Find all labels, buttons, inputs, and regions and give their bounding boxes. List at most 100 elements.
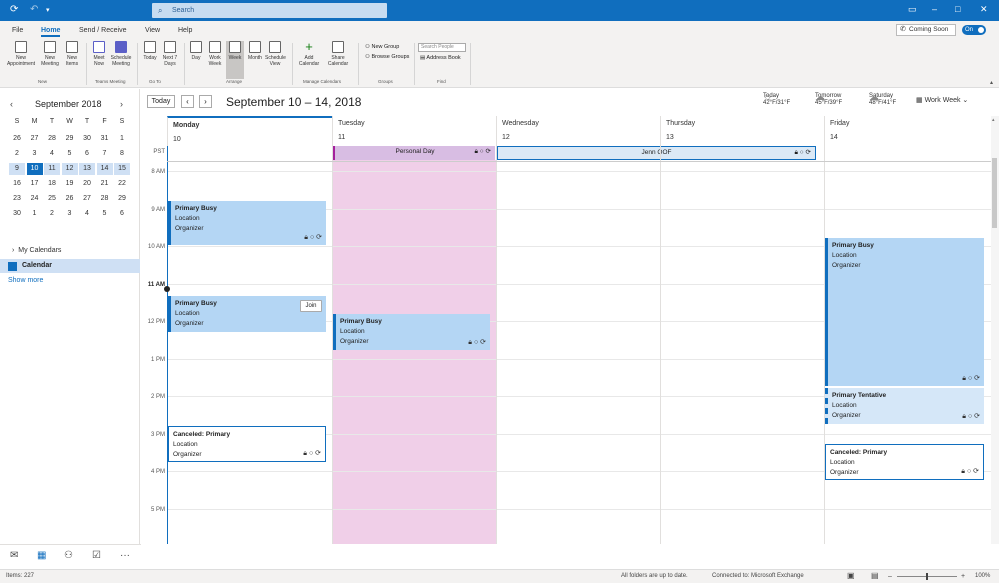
zoom-slider-thumb[interactable] xyxy=(926,573,928,580)
new-meeting-button[interactable]: New Meeting xyxy=(40,41,60,67)
mini-calendar-day[interactable]: 21 xyxy=(97,178,113,190)
mini-calendar-day[interactable]: 4 xyxy=(79,208,95,220)
scroll-up-icon[interactable]: ▴ xyxy=(992,117,995,123)
share-calendar-button[interactable]: Share Calendar xyxy=(324,41,352,67)
mini-calendar-day[interactable]: 2 xyxy=(44,208,60,220)
weather-saturday[interactable]: ☁ Saturday 48°F/41°F xyxy=(854,93,896,107)
search-people-input[interactable]: Search People xyxy=(418,43,466,52)
mini-calendar-day[interactable]: 30 xyxy=(9,208,25,220)
search-box[interactable]: ⌕ Search xyxy=(152,3,387,18)
mini-calendar-day[interactable]: 6 xyxy=(114,208,130,220)
day-view-button[interactable]: Day xyxy=(187,41,205,61)
next-week-button[interactable]: › xyxy=(199,95,212,108)
mini-calendar-day[interactable]: 17 xyxy=(27,178,43,190)
mini-calendar-day[interactable]: 5 xyxy=(62,148,78,160)
next-7-days-button[interactable]: Next 7 Days xyxy=(160,41,180,67)
mini-calendar-day[interactable]: 5 xyxy=(97,208,113,220)
mini-calendar-day[interactable]: 15 xyxy=(114,163,130,175)
mini-calendar-day[interactable]: 25 xyxy=(44,193,60,205)
tab-file[interactable]: File xyxy=(12,27,23,34)
mini-calendar-day[interactable]: 20 xyxy=(79,178,95,190)
today-ribbon-button[interactable]: Today xyxy=(141,41,159,61)
next-month-icon[interactable]: › xyxy=(120,99,123,109)
new-group-button[interactable]: ⚇ New Group xyxy=(365,44,399,50)
mini-calendar-day[interactable]: 29 xyxy=(62,133,78,145)
view-selector[interactable]: ▦ Work Week ⌄ xyxy=(916,96,968,104)
event-tue-primary-busy[interactable]: Primary Busy Location Organizer 🔒︎ ○ ⟳ xyxy=(333,314,490,350)
new-appointment-button[interactable]: New Appointment xyxy=(4,41,38,67)
mini-calendar-day[interactable]: 28 xyxy=(44,133,60,145)
mini-calendar-day[interactable]: 7 xyxy=(97,148,113,160)
mini-calendar-day[interactable]: 26 xyxy=(62,193,78,205)
undo-icon[interactable]: ↶ xyxy=(30,4,38,15)
vertical-scrollbar[interactable]: ▴ xyxy=(991,116,999,544)
new-items-button[interactable]: New Items xyxy=(62,41,82,67)
mini-calendar-day[interactable]: 31 xyxy=(97,133,113,145)
event-mon-canceled[interactable]: Canceled: Primary Location Organizer 🔒︎ … xyxy=(168,426,326,462)
calendar-checkbox[interactable] xyxy=(8,262,17,271)
mini-calendar-day[interactable]: 19 xyxy=(62,178,78,190)
mini-calendar-day[interactable]: 4 xyxy=(44,148,60,160)
mini-calendar-day[interactable]: 8 xyxy=(114,148,130,160)
weather-today[interactable]: ☼ Today 42°F/31°F xyxy=(748,93,790,107)
event-fri-canceled[interactable]: Canceled: Primary Location Organizer 🔒︎ … xyxy=(825,444,984,480)
schedule-meeting-button[interactable]: Schedule Meeting xyxy=(110,41,132,67)
tab-home[interactable]: Home xyxy=(41,27,61,37)
zoom-in-icon[interactable]: + xyxy=(961,573,965,580)
mini-calendar-day[interactable]: 3 xyxy=(27,148,43,160)
browse-groups-button[interactable]: ⚇ Browse Groups xyxy=(365,54,409,60)
people-icon[interactable]: ⚇ xyxy=(64,550,73,561)
restore-ribbon-icon[interactable]: ▭ xyxy=(908,4,917,15)
schedule-view-button[interactable]: Schedule View xyxy=(265,41,286,67)
mini-calendar-day[interactable]: 24 xyxy=(27,193,43,205)
minimize-icon[interactable]: – xyxy=(932,4,937,14)
reading-view-icon[interactable]: ▤ xyxy=(871,571,879,580)
event-fri-primary-tentative[interactable]: Primary Tentative Location Organizer 🔒︎ … xyxy=(825,388,984,424)
mini-calendar-day[interactable]: 3 xyxy=(62,208,78,220)
mini-calendar-day[interactable]: 16 xyxy=(9,178,25,190)
normal-view-icon[interactable]: ▣ xyxy=(847,571,855,580)
join-button[interactable]: Join xyxy=(300,300,322,312)
mini-calendar-day[interactable]: 1 xyxy=(27,208,43,220)
meet-now-button[interactable]: Meet Now xyxy=(90,41,108,67)
day-header-thursday[interactable]: Thursday 13 xyxy=(660,116,824,146)
event-fri-primary-busy[interactable]: Primary Busy Location Organizer 🔒︎ ○ ⟳ xyxy=(825,238,984,386)
day-header-friday[interactable]: Friday 14 xyxy=(824,116,991,146)
mini-calendar-day[interactable]: 14 xyxy=(96,163,113,175)
mini-calendar-day[interactable]: 28 xyxy=(97,193,113,205)
work-week-view-button[interactable]: Work Week xyxy=(206,41,224,67)
mini-calendar-day[interactable]: 22 xyxy=(114,178,130,190)
tasks-icon[interactable]: ☑ xyxy=(92,550,101,561)
show-more-link[interactable]: Show more xyxy=(8,277,43,284)
calendar-folder-item[interactable]: Calendar xyxy=(0,259,140,273)
mini-calendar-day[interactable]: 29 xyxy=(114,193,130,205)
today-button[interactable]: Today xyxy=(147,95,175,108)
mail-icon[interactable]: ✉ xyxy=(10,550,18,561)
maximize-icon[interactable]: □ xyxy=(955,4,960,14)
previous-week-button[interactable]: ‹ xyxy=(181,95,194,108)
customize-chevron-icon[interactable]: ▾ xyxy=(46,6,50,14)
mini-calendar-day[interactable]: 26 xyxy=(9,133,25,145)
collapse-ribbon-icon[interactable]: ▴ xyxy=(990,79,993,86)
mini-calendar-day[interactable]: 30 xyxy=(79,133,95,145)
allday-event-personal-day[interactable]: Personal Day 🔒︎ ○ ⟳ xyxy=(332,146,495,160)
tab-help[interactable]: Help xyxy=(178,27,192,34)
mini-calendar-day[interactable]: 27 xyxy=(79,193,95,205)
tab-view[interactable]: View xyxy=(145,27,160,34)
event-mon-primary-busy-2[interactable]: Primary Busy Location Organizer Join xyxy=(168,296,326,332)
mini-calendar-day[interactable]: 10 xyxy=(26,163,43,175)
mini-calendar-day[interactable]: 12 xyxy=(61,163,78,175)
mini-calendar-day[interactable]: 9 xyxy=(9,163,25,175)
sync-icon[interactable]: ⟳ xyxy=(10,4,18,15)
week-view-button[interactable]: Week xyxy=(226,41,244,79)
prev-month-icon[interactable]: ‹ xyxy=(10,99,13,109)
mini-calendar-day[interactable]: 2 xyxy=(9,148,25,160)
day-header-tuesday[interactable]: Tuesday 11 xyxy=(332,116,496,146)
day-header-monday[interactable]: Monday 10 xyxy=(167,116,332,146)
allday-event-jenn-oof[interactable]: Jenn OOF 🔒︎ ○ ⟳ xyxy=(496,146,816,160)
mini-calendar-day[interactable]: 13 xyxy=(79,163,95,175)
mini-calendar-day[interactable]: 23 xyxy=(9,193,25,205)
mini-calendar-day[interactable]: 18 xyxy=(44,178,60,190)
close-icon[interactable]: ✕ xyxy=(980,4,988,15)
mini-calendar-day[interactable]: 27 xyxy=(27,133,43,145)
